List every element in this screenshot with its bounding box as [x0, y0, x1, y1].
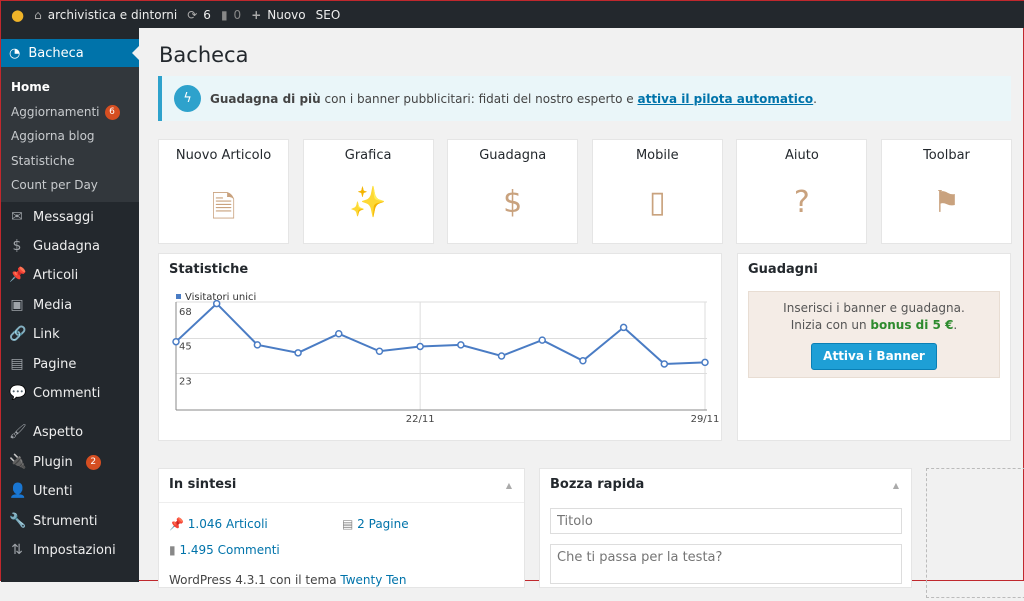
data-point [416, 342, 424, 351]
promo-end: . [953, 318, 958, 332]
comments-count: 1.495 Commenti [179, 543, 280, 557]
x-tick-label: 29/11 [691, 414, 720, 425]
data-point [538, 336, 546, 344]
data-point [294, 349, 302, 357]
pages-icon: ▤ [342, 517, 354, 531]
data-point [212, 299, 221, 308]
data-point [172, 337, 180, 346]
data-point [619, 323, 628, 332]
data-point [253, 341, 262, 349]
y-tick-label: 68 [179, 307, 192, 318]
data-point [660, 360, 669, 368]
quick-draft-widget: Bozza rapida ▲ [539, 468, 912, 588]
theme-link[interactable]: Twenty Ten [340, 573, 406, 587]
activate-banner-button[interactable]: Attiva i Banner [811, 343, 937, 370]
promo-line2: Inizia con un bonus di 5 €. [749, 317, 999, 334]
data-point [701, 358, 709, 367]
legend-swatch [176, 294, 181, 299]
collapse-icon[interactable]: ▲ [881, 469, 911, 502]
draft-title: Bozza rapida [550, 477, 645, 492]
y-tick-label: 23 [179, 376, 192, 387]
series-line [175, 302, 706, 365]
data-point [497, 352, 506, 360]
pages-count: 2 Pagine [357, 517, 409, 531]
promo-text: Inizia con un [790, 318, 871, 332]
data-point [335, 330, 343, 338]
data-point [375, 347, 384, 355]
posts-count: 1.046 Articoli [187, 517, 268, 531]
bonus-text: bonus di 5 € [870, 318, 954, 332]
pages-link[interactable]: ▤ 2 Pagine [342, 511, 409, 537]
glance-title: In sintesi [169, 477, 237, 492]
glance-widget: In sintesi ▲ 📌 1.046 Articoli ▤ 2 Pagine ▮… [158, 468, 525, 588]
comments-link[interactable]: ▮ 1.495 Commenti [169, 537, 514, 563]
posts-link[interactable]: 📌 1.046 Articoli [169, 511, 342, 537]
earnings-widget: Guadagni Inserisci i banner e guadagna. … [737, 253, 1011, 441]
promo-line1: Inserisci i banner e guadagna. [783, 301, 965, 315]
data-point [457, 341, 465, 349]
legend-label: Visitatori unici [185, 292, 256, 303]
data-point [579, 357, 587, 365]
collapse-icon[interactable]: ▲ [494, 469, 524, 502]
draft-title-input[interactable] [550, 508, 902, 534]
earnings-title: Guadagni [748, 262, 818, 277]
empty-widget-area [926, 468, 1024, 598]
wp-version: WordPress 4.3.1 con il tema [169, 573, 341, 587]
x-tick-label: 22/11 [406, 414, 435, 425]
comment-icon: ▮ [169, 543, 176, 557]
draft-content-input[interactable] [550, 544, 902, 584]
pin-icon: 📌 [169, 517, 184, 531]
earnings-promo: Inserisci i banner e guadagna. Inizia co… [748, 291, 1000, 378]
y-tick-label: 45 [179, 342, 192, 353]
